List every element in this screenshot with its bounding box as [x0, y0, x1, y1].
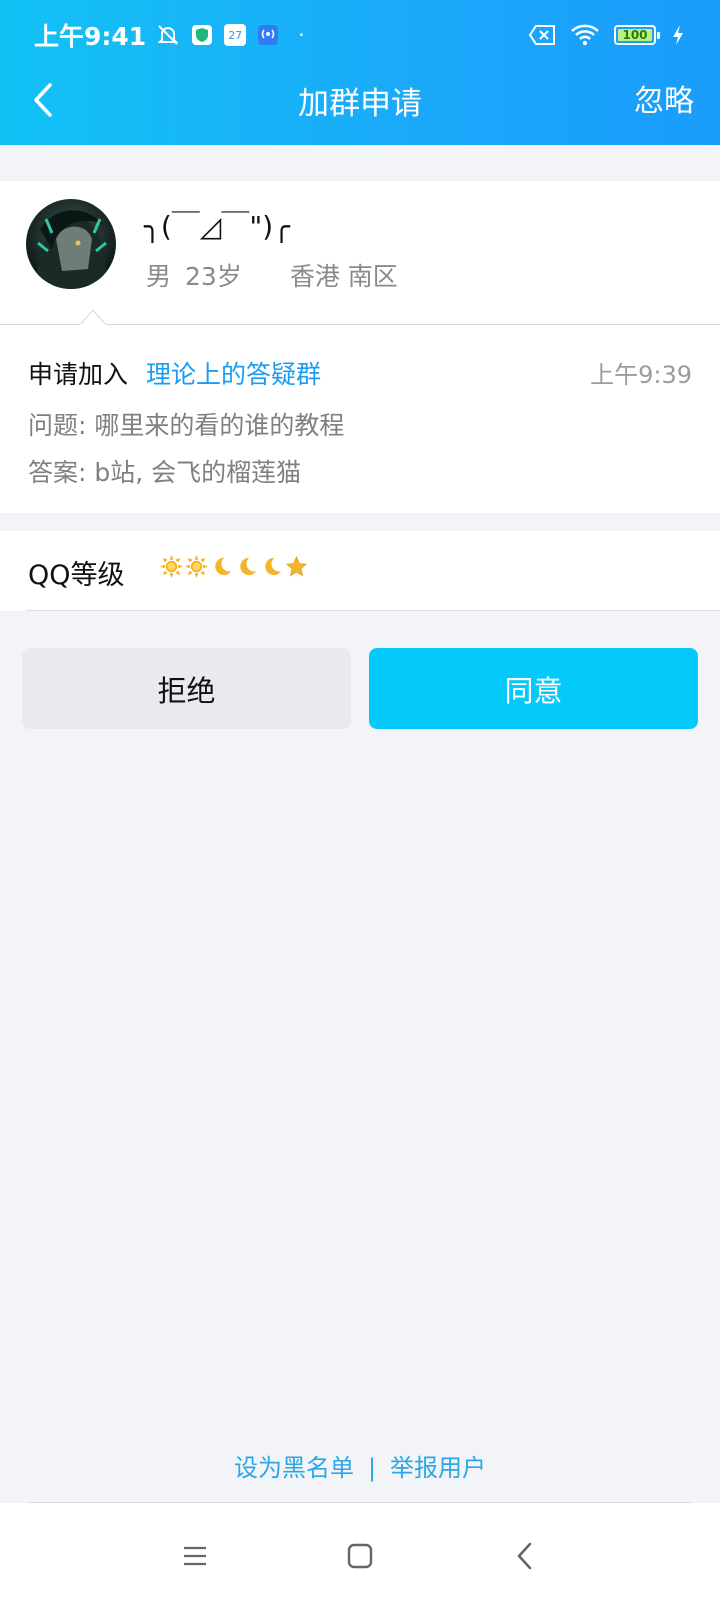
- moon-icon: [265, 557, 282, 576]
- page-title: 加群申请: [298, 86, 422, 122]
- charging-icon: [670, 23, 686, 47]
- gender: 男: [146, 262, 172, 291]
- request-details-card: 申请加入 理论上的答疑群 上午9:39 问题: 哪里来的看的谁的教程 答案: b…: [0, 325, 720, 513]
- pointer-notch: [80, 309, 106, 325]
- no-sim-icon: [528, 23, 556, 47]
- nickname: ╮(￣◿￣")╭: [144, 210, 290, 243]
- nav-bar: 加群申请 忽略: [0, 70, 720, 145]
- wifi-icon: [570, 23, 600, 47]
- status-bar: 上午9:41 27 · 100: [0, 0, 720, 70]
- applicant-profile-card[interactable]: ╮(￣◿￣")╭ 男 23岁 香港 南区: [0, 181, 720, 324]
- request-line: 申请加入 理论上的答疑群: [28, 355, 321, 391]
- home-square-icon: [347, 1543, 373, 1569]
- ignore-button[interactable]: 忽略: [634, 76, 694, 120]
- qq-level-label: QQ等级: [28, 560, 125, 591]
- bell-off-icon: [156, 23, 180, 47]
- profile-meta: 男 23岁 香港 南区: [146, 257, 398, 293]
- status-time: 上午9:41: [34, 22, 147, 51]
- request-prefix: 申请加入: [28, 360, 129, 389]
- chevron-left-icon: [517, 1542, 532, 1570]
- group-name-link[interactable]: 理论上的答疑群: [146, 355, 321, 391]
- hotspot-icon: [256, 23, 280, 47]
- blacklist-link[interactable]: 设为黑名单: [234, 1454, 354, 1482]
- system-nav-bar: [0, 1503, 720, 1600]
- app-header: 上午9:41 27 · 100 加群申请 忽略: [0, 0, 720, 145]
- avatar[interactable]: [26, 199, 116, 289]
- system-back-button[interactable]: [508, 1539, 542, 1573]
- calendar-icon: 27: [224, 24, 247, 46]
- sun-icon: [160, 555, 183, 578]
- shield-icon: [190, 23, 214, 47]
- notification-dot-icon: ·: [298, 23, 305, 47]
- star-icon: [285, 555, 308, 577]
- footer-separator: |: [367, 1454, 377, 1482]
- menu-icon: [184, 1546, 206, 1566]
- reject-button[interactable]: 拒绝: [22, 648, 351, 729]
- battery-icon: 100: [614, 25, 660, 45]
- report-user-link[interactable]: 举报用户: [390, 1454, 486, 1482]
- sun-icon: [185, 555, 208, 578]
- request-question: 问题: 哪里来的看的谁的教程: [28, 411, 345, 440]
- qq-level-icons: [160, 555, 308, 578]
- divider: [26, 610, 720, 611]
- request-answer: 答案: b站, 会飞的榴莲猫: [28, 458, 302, 487]
- age: 23岁: [185, 262, 242, 291]
- menu-button[interactable]: [178, 1539, 212, 1573]
- request-time: 上午9:39: [590, 361, 692, 389]
- agree-button[interactable]: 同意: [369, 648, 698, 729]
- qq-level-row: QQ等级: [0, 531, 720, 611]
- moon-icon: [215, 557, 232, 576]
- home-button[interactable]: [343, 1539, 377, 1573]
- location: 香港 南区: [289, 262, 398, 291]
- footer-links: 设为黑名单 | 举报用户: [0, 1448, 720, 1483]
- moon-icon: [240, 557, 257, 576]
